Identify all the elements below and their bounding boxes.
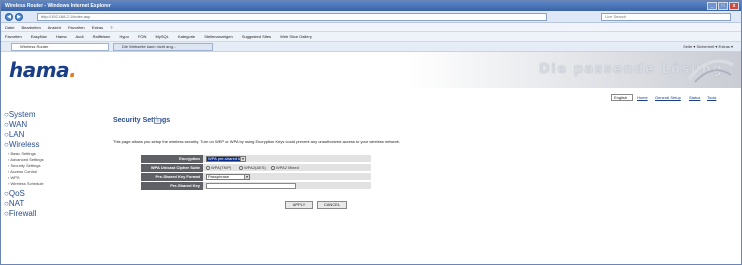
form-row-cipher: WPA Unicast Cipher Suite WPA(TKIP) WPA2(… xyxy=(141,164,371,173)
encryption-select[interactable]: WPA pre-shared key ▼ xyxy=(206,156,246,162)
psk-format-select[interactable]: Passphrase ▼ xyxy=(206,174,250,180)
radio-wpa2-mixed[interactable]: WPA2 Mixed xyxy=(271,165,299,171)
favorite-link[interactable]: Hypo xyxy=(120,34,129,39)
menu-item[interactable]: Extras xyxy=(92,25,103,30)
chevron-down-icon: ▼ xyxy=(240,157,245,161)
favorite-link[interactable]: Favoriten xyxy=(5,34,22,39)
chevron-down-icon: ▼ xyxy=(244,175,249,179)
encryption-cell: WPA pre-shared key ▼ xyxy=(203,155,371,163)
form-row-encryption: Encryption WPA pre-shared key ▼ xyxy=(141,155,371,164)
menu-item[interactable]: Bearbeiten xyxy=(21,25,40,30)
browser-window: Wireless Router - Windows Internet Explo… xyxy=(0,0,742,265)
favorite-link[interactable]: Raiffeisen xyxy=(93,34,111,39)
sidebar-subitem[interactable]: › Wireless Schedule xyxy=(8,181,44,187)
top-links: English Home General Setup Status Tools xyxy=(561,94,741,102)
radio-wpa2-aes[interactable]: WPA2(AES) xyxy=(239,165,266,171)
hama-logo: hama. xyxy=(9,58,77,82)
favorite-link[interactable]: Hama xyxy=(56,34,67,39)
close-icon[interactable]: x xyxy=(729,2,739,10)
sidebar-item-lan[interactable]: ○LAN xyxy=(4,130,24,139)
psk-input[interactable] xyxy=(206,183,296,189)
forward-icon[interactable]: ▶ xyxy=(15,13,23,21)
psk-cell xyxy=(203,182,371,190)
form-row-psk-format: Pre-Shared Key Format Passphrase ▼ xyxy=(141,173,371,182)
favorites-bar: Favoriten EasyNav Hama Audi Raiffeisen H… xyxy=(1,32,741,42)
psk-format-label: Pre-Shared Key Format xyxy=(141,173,203,181)
sidebar-item-wan[interactable]: ○WAN xyxy=(4,120,27,129)
favorite-link[interactable]: Kategorie xyxy=(178,34,195,39)
menu-item[interactable]: Favoriten xyxy=(68,25,85,30)
window-title: Wireless Router - Windows Internet Explo… xyxy=(5,3,111,9)
sidebar-item-wireless[interactable]: ○Wireless xyxy=(4,140,40,149)
link-status[interactable]: Status xyxy=(689,94,700,102)
favorite-link[interactable]: FON xyxy=(138,34,146,39)
psk-label: Pre-Shared Key xyxy=(141,182,203,190)
apply-button[interactable]: APPLY xyxy=(285,201,313,209)
menu-item[interactable]: ? xyxy=(110,25,112,30)
radio-wpa-tkip[interactable]: WPA(TKIP) xyxy=(206,165,231,171)
encryption-label: Encryption xyxy=(141,155,203,163)
command-bar[interactable]: Seite ▾ Sicherheit ▾ Extras ▾ xyxy=(683,43,733,51)
favorite-link[interactable]: Stellenanzeigen xyxy=(204,34,232,39)
language-select[interactable]: English xyxy=(611,94,633,101)
page-header: hama. Die passende Lösung xyxy=(1,52,741,88)
page-content: hama. Die passende Lösung English Home G… xyxy=(1,52,741,264)
menu-bar: Datei Bearbeiten Ansicht Favoriten Extra… xyxy=(1,23,741,32)
menu-item[interactable]: Ansicht xyxy=(48,25,61,30)
minimize-icon[interactable]: _ xyxy=(707,2,717,10)
cipher-label: WPA Unicast Cipher Suite xyxy=(141,164,203,172)
swoosh-icon xyxy=(687,59,734,83)
sidebar-item-system[interactable]: ○System xyxy=(4,110,36,119)
favorite-link[interactable]: Suggested Sites xyxy=(242,34,271,39)
menu-item[interactable]: Datei xyxy=(5,25,14,30)
address-bar: ◀ ▶ http://192.168.2.1/index.asp Live Se… xyxy=(1,11,741,23)
form-row-psk: Pre-Shared Key xyxy=(141,182,371,191)
help-icon[interactable]: ? xyxy=(154,118,161,124)
url-input[interactable]: http://192.168.2.1/index.asp xyxy=(37,13,547,21)
sidebar: ○System ○WAN ○LAN ○Wireless › Basic Sett… xyxy=(4,110,89,260)
favorite-link[interactable]: Audi xyxy=(76,34,84,39)
page-title: Security Settings xyxy=(113,117,171,124)
back-icon[interactable]: ◀ xyxy=(5,13,13,21)
psk-format-cell: Passphrase ▼ xyxy=(203,173,371,181)
link-general-setup[interactable]: General Setup xyxy=(655,94,681,102)
favorite-link[interactable]: Web Slice Gallery xyxy=(280,34,312,39)
link-tools[interactable]: Tools xyxy=(707,94,716,102)
sidebar-item-nat[interactable]: ○NAT xyxy=(4,199,24,208)
favorite-link[interactable]: MySQL xyxy=(156,34,169,39)
search-input[interactable]: Live Search xyxy=(601,13,731,21)
tab-wireless-router[interactable]: Wireless Router xyxy=(11,43,109,51)
cancel-button[interactable]: CANCEL xyxy=(317,201,347,209)
tab-error-page[interactable]: Die Webseite kann nicht ang... xyxy=(113,43,213,51)
maximize-icon[interactable]: □ xyxy=(718,2,728,10)
sidebar-item-firewall[interactable]: ○Firewall xyxy=(4,209,36,218)
security-form: Encryption WPA pre-shared key ▼ WPA Unica… xyxy=(141,155,371,209)
page-description: This page allows you setup the wireless … xyxy=(113,139,401,144)
link-home[interactable]: Home xyxy=(637,94,648,102)
title-bar: Wireless Router - Windows Internet Explo… xyxy=(1,1,741,11)
favorite-link[interactable]: EasyNav xyxy=(31,34,47,39)
tab-bar: Wireless Router Die Webseite kann nicht … xyxy=(1,42,741,52)
sidebar-item-qos[interactable]: ○QoS xyxy=(4,189,25,198)
cipher-cell: WPA(TKIP) WPA2(AES) WPA2 Mixed xyxy=(203,164,371,172)
